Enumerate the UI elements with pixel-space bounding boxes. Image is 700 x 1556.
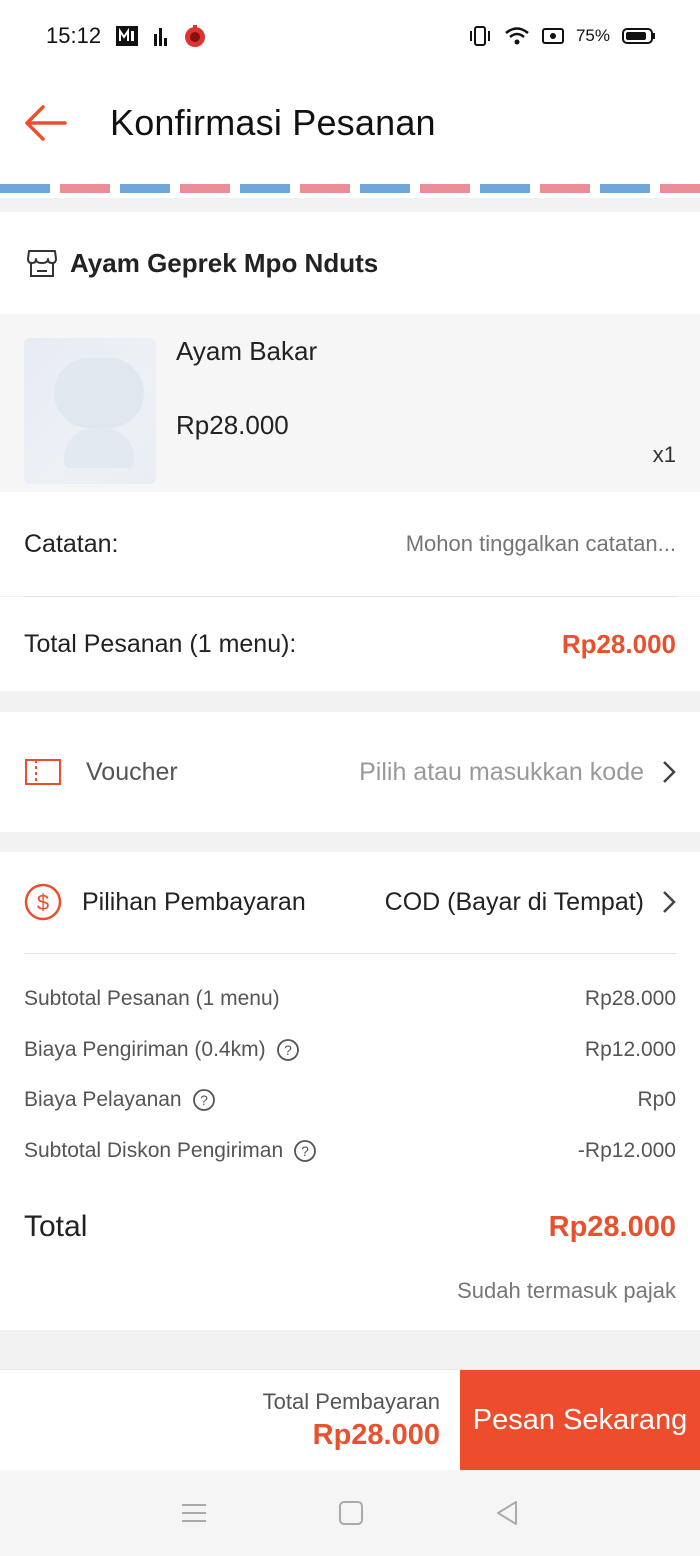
summary-label: Biaya Pelayanan [24, 1088, 182, 1111]
summary-label: Biaya Pengiriman (0.4km) [24, 1038, 266, 1061]
item-quantity: x1 [652, 442, 676, 467]
app-badge-icon [183, 24, 207, 48]
summary-label: Subtotal Diskon Pengiriman [24, 1139, 284, 1162]
voucher-row[interactable]: Voucher Pilih atau masukkan kode [0, 712, 700, 832]
svg-text:?: ? [301, 1143, 309, 1159]
chevron-right-icon [663, 891, 676, 913]
store-header: Ayam Geprek Mpo Nduts [0, 212, 700, 314]
help-circle-icon[interactable]: ? [276, 1038, 300, 1062]
notes-row: Catatan: [0, 492, 700, 596]
address-divider-stripe [0, 174, 700, 212]
back-button[interactable] [0, 78, 90, 168]
grand-total-label: Total [24, 1210, 88, 1243]
voucher-icon [25, 759, 61, 785]
grand-total-row: Total Rp28.000 [24, 1202, 676, 1252]
app-header: Konfirmasi Pesanan [0, 72, 700, 174]
dollar-circle-icon: $ [24, 883, 62, 921]
notes-label: Catatan: [24, 529, 119, 558]
item-name: Ayam Bakar [176, 336, 318, 366]
order-total-row: Total Pesanan (1 menu): Rp28.000 [0, 597, 700, 691]
summary-row: Subtotal Pesanan (1 menu) Rp28.000 [24, 979, 676, 1019]
order-now-button[interactable]: Pesan Sekarang [460, 1370, 700, 1471]
total-payment-value: Rp28.000 [312, 1418, 440, 1451]
store-name: Ayam Geprek Mpo Nduts [70, 247, 379, 278]
order-item [0, 314, 700, 492]
summary-value: Rp0 [637, 1088, 676, 1111]
order-total-value: Rp28.000 [561, 628, 676, 659]
voucher-label: Voucher [86, 757, 178, 786]
status-bar: 15:12 75% [0, 0, 700, 72]
item-price: Rp28.000 [176, 410, 289, 440]
tax-note: Sudah termasuk pajak [457, 1278, 676, 1303]
battery-icon [622, 27, 656, 45]
item-thumbnail [24, 338, 156, 484]
order-total-label: Total Pesanan (1 menu): [24, 629, 297, 658]
summary-value: Rp28.000 [584, 987, 676, 1010]
store-icon [27, 250, 57, 277]
total-payment-label: Total Pembayaran [262, 1388, 440, 1414]
checkout-bar: Total Pembayaran Rp28.000 Pesan Sekarang [0, 1369, 700, 1471]
svg-text:?: ? [200, 1092, 208, 1108]
payment-value: COD (Bayar di Tempat) [384, 887, 644, 916]
grand-total-value: Rp28.000 [548, 1210, 676, 1243]
help-circle-icon[interactable]: ? [293, 1139, 317, 1163]
wifi-icon [504, 26, 530, 46]
vibrate-icon [468, 25, 492, 47]
help-circle-icon[interactable]: ? [192, 1088, 216, 1112]
back-nav-icon[interactable] [494, 1499, 520, 1527]
chevron-right-icon [663, 761, 676, 783]
payment-card: $ Pilihan Pembayaran COD (Bayar di Tempa… [0, 852, 700, 1330]
summary-row: Subtotal Diskon Pengiriman ? -Rp12.000 [24, 1131, 676, 1171]
notes-input[interactable] [346, 531, 676, 557]
summary-row: Biaya Pengiriman (0.4km) ? Rp12.000 [24, 1030, 676, 1070]
screen-record-icon [541, 27, 564, 45]
svg-text:$: $ [37, 890, 49, 915]
summary-label: Subtotal Pesanan (1 menu) [24, 987, 280, 1010]
status-time: 15:12 [46, 23, 102, 48]
app-notification-icon [115, 25, 139, 47]
menu-icon[interactable] [180, 1501, 208, 1525]
summary-row: Biaya Pelayanan ? Rp0 [24, 1080, 676, 1120]
summary-value: Rp12.000 [584, 1038, 676, 1061]
back-arrow-icon [25, 105, 67, 141]
home-icon[interactable] [338, 1500, 364, 1526]
svg-text:?: ? [284, 1042, 292, 1058]
payment-summary: Total Pembayaran Rp28.000 [0, 1370, 460, 1470]
summary-value: -Rp12.000 [577, 1139, 676, 1162]
divider [24, 953, 676, 954]
page-title: Konfirmasi Pesanan [110, 102, 436, 143]
payment-method-row[interactable]: $ Pilihan Pembayaran COD (Bayar di Tempa… [0, 852, 700, 952]
signal-bars-icon [153, 26, 169, 46]
voucher-hint: Pilih atau masukkan kode [359, 757, 644, 786]
payment-label: Pilihan Pembayaran [82, 887, 306, 916]
battery-level: 75% [575, 26, 610, 45]
system-nav-bar [0, 1470, 700, 1556]
